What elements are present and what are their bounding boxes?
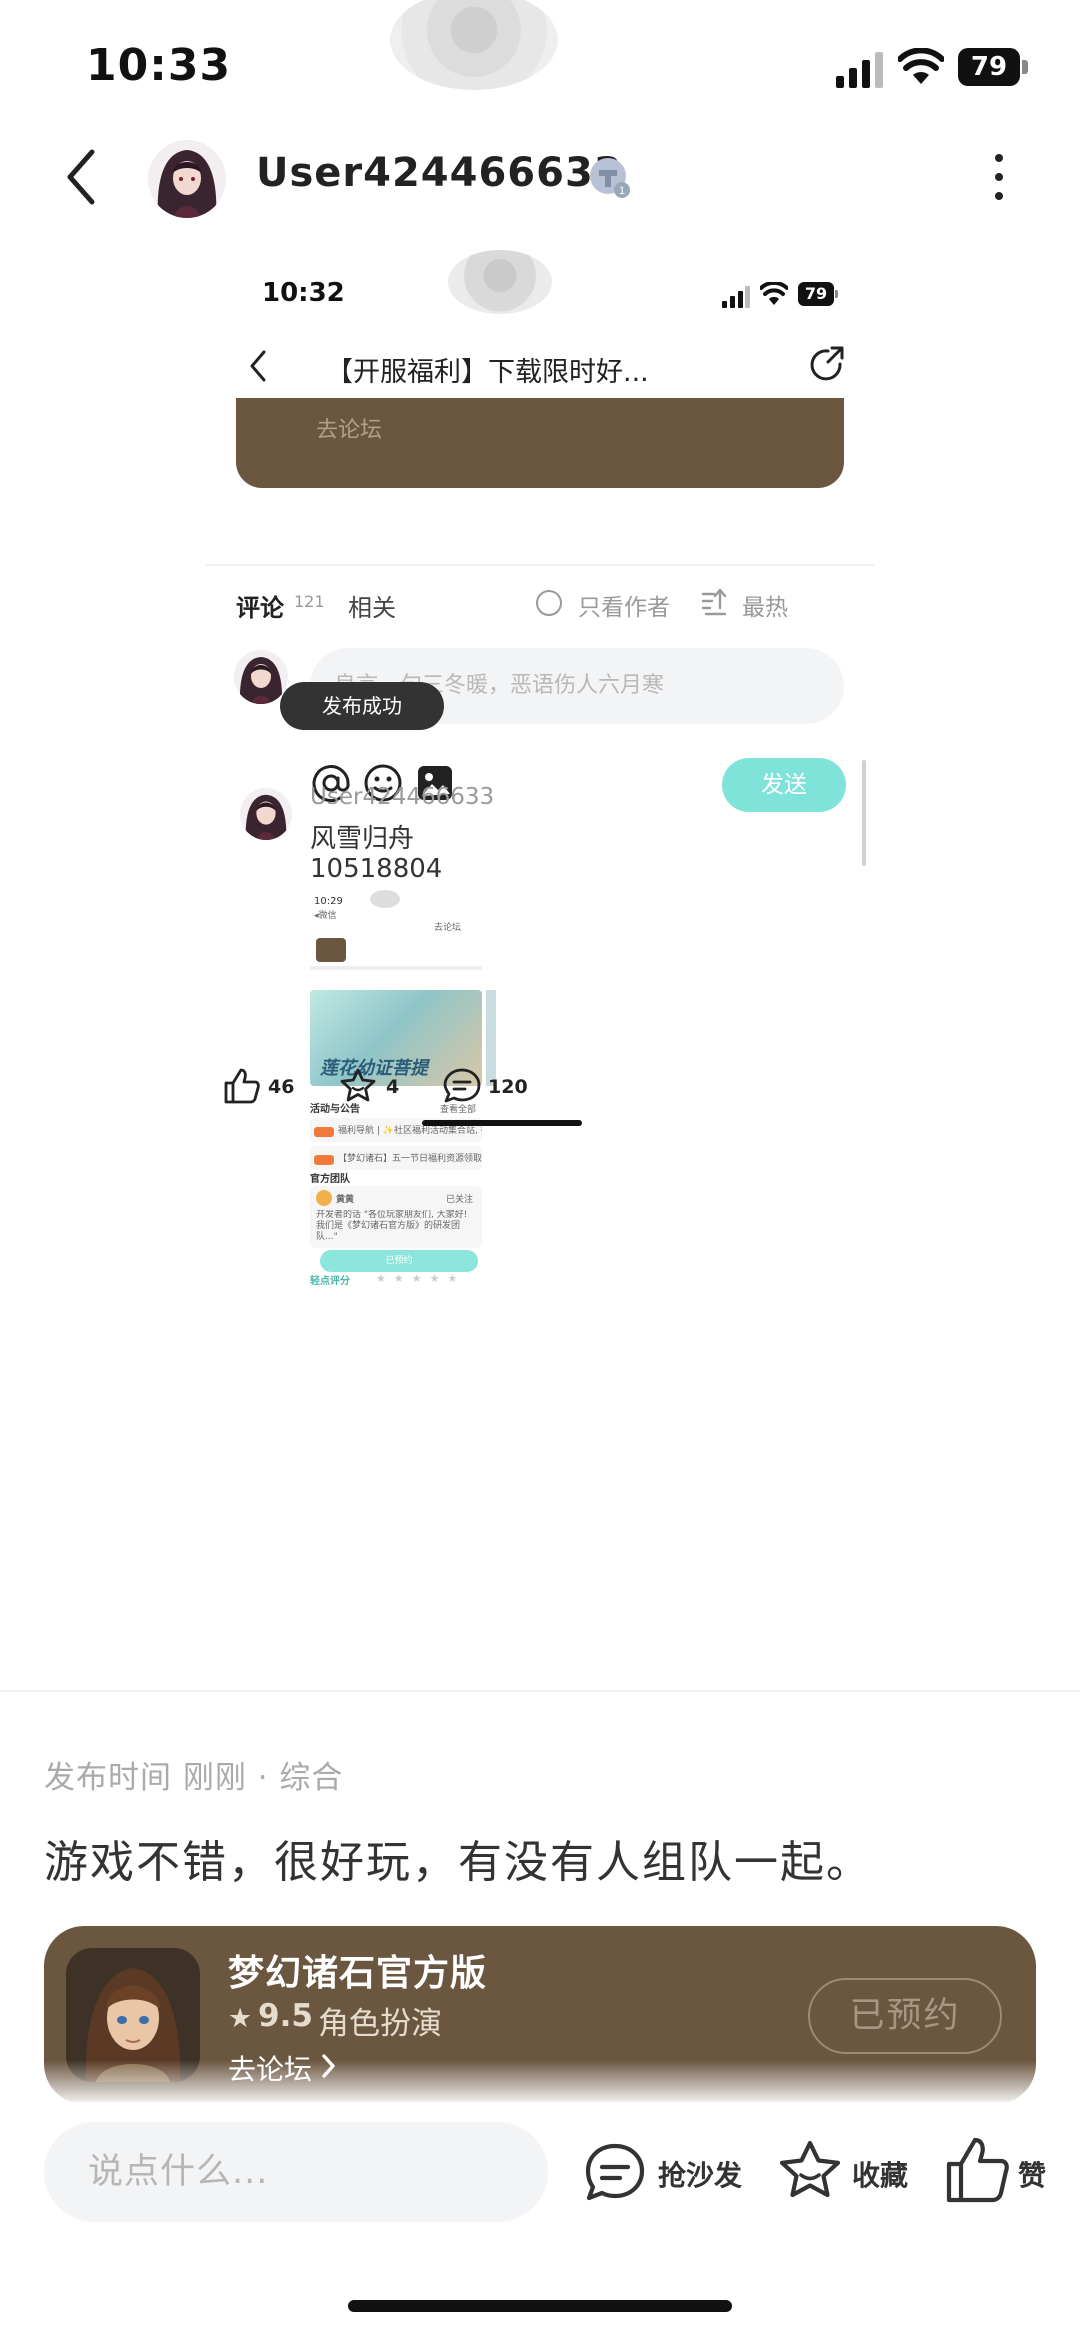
tab-comments[interactable]: 评论 [236, 588, 284, 623]
mini-row-text: 【梦幻诸石】五一节日福利资源领取汇总🎁 [338, 1154, 482, 1164]
mini-team-card: 黄黄 已关注 开发者的话 "各位玩家朋友们, 大家好! 我们是《梦幻诸石官方版》… [310, 1186, 482, 1248]
divider [0, 1690, 1080, 1692]
favorite-star-icon[interactable] [776, 2138, 844, 2206]
mini-quick-rate: 轻点评分 [310, 1276, 350, 1287]
home-indicator[interactable] [348, 2300, 732, 2312]
more-options-icon[interactable] [984, 150, 1014, 204]
post-body-text: 游戏不错，很好玩，有没有人组队一起。 [44, 1837, 872, 1888]
battery-level: 79 [958, 48, 1020, 86]
commenter-username[interactable]: User424466633 [310, 784, 494, 810]
embedded-wifi-icon [760, 282, 788, 305]
sort-hot-label[interactable]: 最热 [742, 588, 788, 622]
mini-back-app: ◂微信 [314, 911, 337, 921]
like-label[interactable]: 赞 [1018, 2154, 1046, 2194]
divider [206, 564, 874, 566]
mini-section-team: 官方团队 [310, 1174, 350, 1185]
svg-text:1: 1 [619, 185, 625, 197]
camera-cutout [390, 0, 558, 90]
embedded-screenshot[interactable]: 10:32 79 【开服福利】下载限时好... 去论坛 评论 121 相关 只看… [206, 250, 874, 1690]
mini-row-text: 福利导航 | ✨社区福利活动集合站, 各种资源... [338, 1126, 482, 1136]
mini-list-item: 【梦幻诸石】五一节日福利资源领取汇总🎁 [310, 1146, 482, 1170]
mini-status-time: 10:29 [314, 896, 343, 907]
comment-count-badge: 121 [294, 592, 325, 611]
verified-badge-icon: 1 [590, 158, 630, 198]
embedded-signal-icon [722, 286, 750, 308]
comment-text-line: 风雪归舟 [310, 824, 415, 854]
game-rating: 9.5 [258, 1998, 313, 2034]
rating-star-icon: ★ [228, 2003, 253, 2034]
scroll-fade [0, 2060, 1080, 2102]
game-banner-strip: 去论坛 [236, 398, 844, 488]
share-icon[interactable] [806, 344, 848, 386]
tab-related[interactable]: 相关 [348, 588, 396, 623]
author-only-label[interactable]: 只看作者 [578, 588, 670, 622]
comment-bubble-icon[interactable] [582, 2140, 648, 2206]
mini-reserved-label: 已预约 [385, 1256, 413, 1266]
signal-icon [836, 52, 883, 88]
favorite-label[interactable]: 收藏 [852, 2154, 908, 2194]
sort-icon[interactable] [700, 588, 728, 616]
profile-username[interactable]: User424466633 [256, 150, 623, 196]
toast-message: 发布成功 [280, 682, 444, 730]
embedded-battery-level: 79 [798, 282, 834, 306]
game-genre: 角色扮演 [318, 2006, 442, 2042]
wifi-icon [898, 48, 944, 84]
send-button[interactable]: 发送 [722, 758, 846, 812]
reserved-button[interactable]: 已预约 [808, 1978, 1002, 2054]
back-arrow-icon[interactable] [56, 146, 112, 208]
comment-text-line: 10518804 [310, 854, 443, 884]
sofa-label[interactable]: 抢沙发 [658, 2154, 742, 2194]
avatar[interactable] [148, 140, 226, 218]
embedded-page-title: 【开服福利】下载限时好... [326, 357, 649, 388]
mini-game-thumb [316, 938, 346, 962]
comment-bubble-icon[interactable] [442, 1066, 482, 1106]
mini-team-name: 黄黄 [336, 1195, 355, 1205]
comment-count: 120 [488, 1076, 528, 1098]
post-meta: 发布时间 刚刚 · 综合 [44, 1760, 344, 1796]
like-icon[interactable] [944, 2134, 1012, 2206]
favorite-count: 4 [386, 1076, 400, 1098]
mini-reserved-button: 已预约 [320, 1250, 478, 1272]
my-avatar [234, 650, 288, 704]
reply-input[interactable]: 说点什么... [44, 2122, 548, 2222]
scrollbar[interactable] [862, 760, 866, 866]
mini-rating-stars-icon: ★★★★★ [376, 1272, 466, 1285]
embedded-battery-icon: 79 [798, 282, 838, 306]
battery-icon: 79 [958, 48, 1028, 86]
game-name[interactable]: 梦幻诸石官方版 [228, 1944, 487, 1996]
commenter-avatar[interactable] [240, 788, 292, 840]
mini-team-avatar [316, 1190, 332, 1206]
mini-divider [310, 966, 482, 970]
mini-banner-next [486, 990, 496, 1086]
embedded-status-time: 10:32 [262, 278, 345, 308]
mini-camera-cutout [370, 890, 400, 908]
embedded-home-indicator [422, 1120, 582, 1126]
status-time: 10:33 [86, 40, 232, 91]
banner-ghost-text: 去论坛 [316, 418, 383, 443]
embedded-camera-cutout [448, 250, 552, 314]
author-only-radio[interactable] [536, 590, 562, 616]
mini-followed-badge: 已关注 [446, 1195, 474, 1205]
mini-team-text: 开发者的话 "各位玩家朋友们, 大家好! 我们是《梦幻诸石官方版》的研发团队..… [316, 1210, 468, 1242]
like-count: 46 [268, 1076, 295, 1098]
embedded-back-icon[interactable] [246, 348, 270, 384]
favorite-star-icon[interactable] [338, 1066, 378, 1106]
mini-forum-button: 去论坛 [434, 923, 462, 933]
like-icon[interactable] [222, 1066, 262, 1106]
